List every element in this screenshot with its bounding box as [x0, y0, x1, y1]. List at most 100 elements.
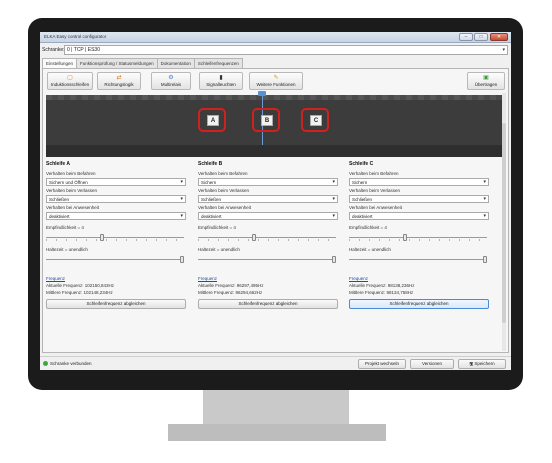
tab-documentation[interactable]: Dokumentation	[156, 58, 195, 68]
chevron-down-icon: ▾	[180, 213, 183, 219]
slider-ticks	[349, 239, 487, 241]
mean-frequency: Mittlere Frequenz: 102148,234Hz	[46, 290, 113, 295]
loop-a-title: Schleife A	[46, 161, 70, 167]
minimize-button[interactable]: –	[459, 33, 473, 41]
sensitivity-label: Empfindlichkeit = 4	[198, 225, 236, 230]
slider-track	[46, 259, 184, 260]
loop-b-frame[interactable]: B	[252, 108, 280, 132]
loop-c-leave-select[interactable]: Schließen ▾	[349, 195, 489, 203]
multirelay-button[interactable]: ⚙ Multirelais	[151, 72, 191, 90]
signal-lights-button[interactable]: ▮ Signalleuchten	[199, 72, 243, 90]
slider-knob[interactable]	[100, 234, 104, 241]
loop-a-sensitivity-slider[interactable]	[46, 233, 186, 242]
slider-track	[349, 237, 487, 238]
close-button[interactable]: ✕	[490, 33, 508, 41]
sensitivity-label: Empfindlichkeit = 4	[349, 225, 387, 230]
signal-light-icon: ▮	[219, 75, 223, 81]
frequency-link[interactable]: Frequenz	[349, 276, 494, 282]
drive-label: Verhalten beim Befahren	[198, 171, 248, 176]
loop-icon: ▢	[67, 75, 73, 81]
chevron-down-icon: ▾	[483, 179, 486, 185]
loop-b-align-button[interactable]: Schleifenfrequenz abgleichen	[198, 299, 338, 309]
road-stripe	[46, 95, 505, 100]
tab-function-test[interactable]: Funktionsprüfung / Statusmeldungen	[76, 58, 158, 68]
loop-a-hold-slider[interactable]	[46, 255, 186, 264]
tab-bar: Einstellungen Funktionsprüfung / Statusm…	[42, 58, 243, 68]
chevron-down-icon: ▾	[180, 196, 183, 202]
hold-label: Haltezeit = unendlich	[198, 247, 240, 252]
window-title: ELKA Easy control configurator	[44, 34, 107, 39]
direction-icon: ⇄	[116, 75, 122, 81]
slider-track	[198, 259, 336, 260]
loop-c-frame[interactable]: C	[301, 108, 329, 132]
relay-icon: ⚙	[168, 75, 174, 81]
presence-label: Verhalten bei Anwesenheit	[349, 205, 403, 210]
chevron-down-icon: ▾	[502, 47, 505, 53]
slider-track	[349, 259, 487, 260]
loop-c-title: Schleife C	[349, 161, 374, 167]
slider-track	[46, 237, 184, 238]
monitor-stand-neck	[203, 390, 349, 424]
hold-label: Haltezeit = unendlich	[349, 247, 391, 252]
drive-label: Verhalten beim Befahren	[349, 171, 399, 176]
transfer-icon: ▣	[483, 75, 489, 81]
slider-knob[interactable]	[180, 256, 184, 263]
chevron-down-icon: ▾	[180, 179, 183, 185]
loop-c-align-button[interactable]: Schleifenfrequenz abgleichen	[349, 299, 489, 309]
slider-knob[interactable]	[252, 234, 256, 241]
transfer-button[interactable]: ▣ Übertragen	[467, 72, 505, 90]
loop-a-presence-select[interactable]: deaktiviert ▾	[46, 212, 186, 220]
loop-b-hold-slider[interactable]	[198, 255, 338, 264]
barrier-label: Schranke:	[42, 47, 65, 53]
loop-c-presence-select[interactable]: deaktiviert ▾	[349, 212, 489, 220]
mean-frequency: Mittlere Frequenz: 98134,758Hz	[349, 290, 414, 295]
barrier-marker-icon[interactable]	[258, 91, 266, 96]
loop-c-label: C	[310, 115, 322, 126]
loop-b-title: Schleife B	[198, 161, 223, 167]
loop-a-drive-select[interactable]: Sichern und Öffnen ▾	[46, 178, 186, 186]
direction-logic-button[interactable]: ⇄ Richtungslogik	[97, 72, 141, 90]
frequency-link[interactable]: Frequenz	[198, 276, 343, 282]
mean-frequency: Mittlere Frequenz: 96294,662Hz	[198, 290, 263, 295]
loop-c-drive-select[interactable]: Sichern ▾	[349, 178, 489, 186]
presence-label: Verhalten bei Anwesenheit	[198, 205, 252, 210]
loop-c-sensitivity-slider[interactable]	[349, 233, 489, 242]
sensitivity-label: Empfindlichkeit = 4	[46, 225, 84, 230]
tab-settings[interactable]: Einstellungen	[42, 58, 78, 68]
slider-knob[interactable]	[483, 256, 487, 263]
hold-label: Haltezeit = unendlich	[46, 247, 88, 252]
more-functions-button[interactable]: ✎ Weitere Funktionen	[249, 72, 303, 90]
slider-knob[interactable]	[403, 234, 407, 241]
loop-b-leave-select[interactable]: Schließen ▾	[198, 195, 338, 203]
current-frequency: Aktuelle Frequenz: 96297,495Hz	[198, 283, 264, 288]
loop-b-drive-select[interactable]: Sichern ▾	[198, 178, 338, 186]
induction-loops-button[interactable]: ▢ Induktionsschleifen	[47, 72, 93, 90]
loop-c-hold-slider[interactable]	[349, 255, 489, 264]
loop-b-label: B	[261, 115, 273, 126]
loop-a-panel: Schleife A Verhalten beim Befahren Siche…	[46, 161, 191, 351]
switch-project-button[interactable]: Projekt wechseln	[358, 359, 406, 369]
tab-loop-frequencies[interactable]: Schleifenfrequenzen	[193, 58, 243, 68]
chevron-down-icon: ▾	[332, 179, 335, 185]
leave-label: Verhalten beim Verlassen	[198, 188, 250, 193]
barrier-value: 0 | TCP | ES30	[67, 47, 100, 53]
app-window: ELKA Easy control configurator – □ ✕ Sch…	[40, 32, 511, 370]
maximize-button[interactable]: □	[474, 33, 488, 41]
chevron-down-icon: ▾	[483, 213, 486, 219]
connection-status-icon	[43, 361, 48, 366]
loop-settings: Schleife A Verhalten beim Befahren Siche…	[46, 161, 503, 351]
leave-label: Verhalten beim Verlassen	[46, 188, 98, 193]
slider-track	[198, 237, 336, 238]
chevron-down-icon: ▾	[483, 196, 486, 202]
slider-ticks	[46, 239, 184, 241]
loop-a-align-button[interactable]: Schleifenfrequenz abgleichen	[46, 299, 186, 309]
loop-a-frame[interactable]: A	[198, 108, 226, 132]
slider-knob[interactable]	[332, 256, 336, 263]
loop-a-leave-select[interactable]: Schließen ▾	[46, 195, 186, 203]
frequency-link[interactable]: Frequenz	[46, 276, 191, 282]
versions-button[interactable]: Versionen	[410, 359, 454, 369]
save-button[interactable]: 🖫 Speichern	[458, 359, 506, 369]
barrier-select[interactable]: 0 | TCP | ES30 ▾	[64, 45, 508, 55]
loop-b-sensitivity-slider[interactable]	[198, 233, 338, 242]
loop-b-presence-select[interactable]: deaktiviert ▾	[198, 212, 338, 220]
